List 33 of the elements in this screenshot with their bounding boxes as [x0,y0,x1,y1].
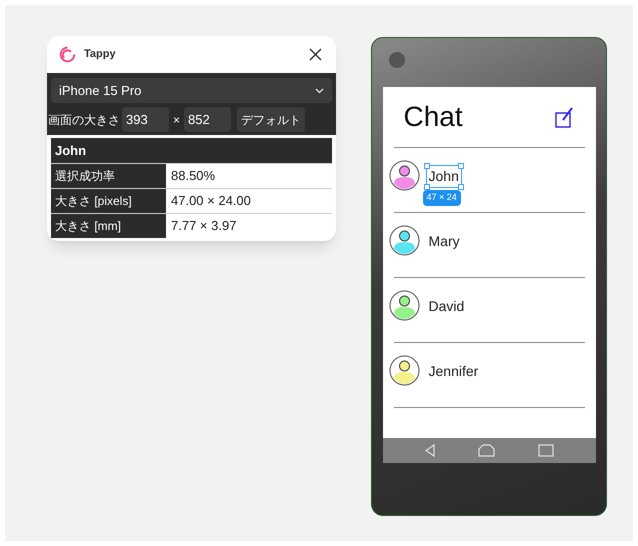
default-button[interactable]: デフォルト [237,107,306,132]
property-value: 47.00 × 24.00 [170,192,251,210]
property-value: 88.50% [170,167,216,186]
back-icon[interactable] [424,444,436,457]
chevron-icon [315,88,324,94]
height-field[interactable]: 852 [184,107,232,132]
screen-title: Chat [404,100,463,134]
app-title: Tappy [84,47,116,62]
times-sign: × [172,112,182,128]
camera-icon [389,52,405,68]
property-label: 選択成功率 [51,164,166,188]
resize-handle[interactable] [424,163,430,169]
compose-icon [554,106,574,128]
property-value: 7.77 × 3.97 [170,217,236,236]
resize-handle[interactable] [424,184,430,190]
close-icon [309,48,322,61]
resize-handle[interactable] [458,184,464,190]
home-icon[interactable] [478,444,496,457]
contact-name[interactable]: Jennifer [426,361,480,382]
width-field[interactable]: 393 [122,107,169,132]
contact-name[interactable]: John [426,166,461,187]
screen-size-label: 画面の大きさ [48,112,120,128]
element-name: John [51,138,332,163]
logo-icon [59,46,76,63]
contact-name[interactable]: David [426,296,466,317]
size-badge: 47 × 24 [422,190,461,206]
resize-handle[interactable] [458,163,464,169]
recents-icon[interactable] [538,444,554,457]
property-label: 大きさ [mm] [51,214,166,238]
contact-name[interactable]: Mary [426,231,462,252]
close-button[interactable] [309,48,322,61]
property-label: 大きさ [pixels] [51,189,166,213]
device-dropdown[interactable]: iPhone 15 Pro [51,78,332,103]
